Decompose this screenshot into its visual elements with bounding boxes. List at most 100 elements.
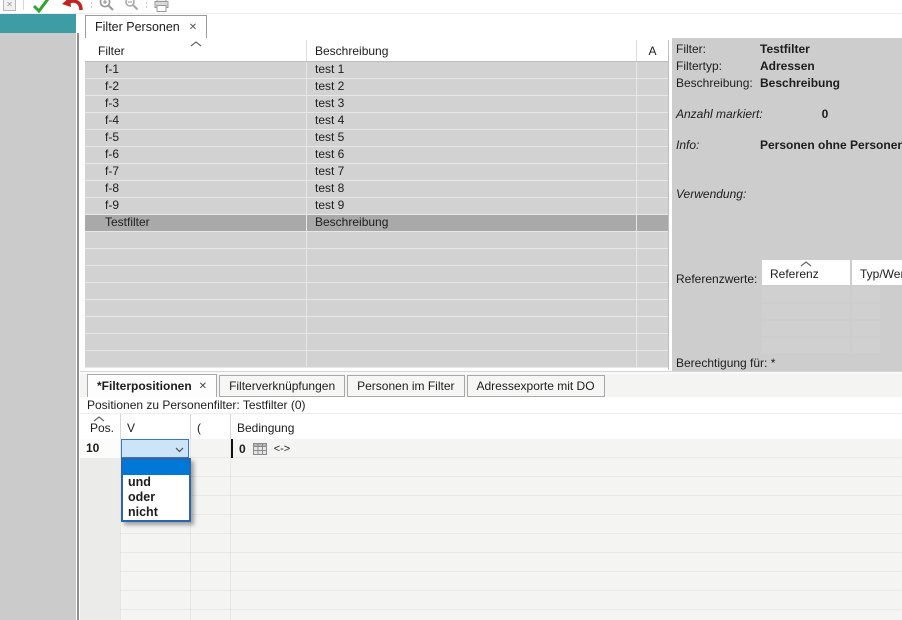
pos-column-strip: [80, 439, 120, 620]
table-row[interactable]: [85, 351, 668, 368]
table-row[interactable]: [85, 300, 668, 317]
dropdown-item[interactable]: oder: [123, 490, 189, 505]
field-label-verwendung: Verwendung:: [676, 187, 746, 201]
sidebar-splitter[interactable]: [77, 33, 79, 620]
column-header-referenz[interactable]: Referenz: [762, 260, 850, 285]
zoom-in-icon[interactable]: [98, 0, 116, 13]
berechtigung-label: Berechtigung für: *: [676, 356, 775, 370]
filter-table-header: Filter Beschreibung A: [85, 40, 668, 62]
column-header-typ-wert[interactable]: Typ/Wert: [852, 260, 902, 285]
field-value-info: Personen ohne Personen: [760, 138, 902, 152]
table-row[interactable]: f-5test 5: [85, 130, 668, 147]
table-row[interactable]: f-9test 9: [85, 198, 668, 215]
table-row[interactable]: f-6test 6: [85, 147, 668, 164]
field-label-filter: Filter:: [676, 42, 706, 56]
close-icon[interactable]: ✕: [199, 381, 207, 392]
table-row[interactable]: [85, 317, 668, 334]
position-row[interactable]: 10 0 <->: [80, 439, 902, 458]
range-link-label: <->: [274, 443, 291, 455]
dropdown-item[interactable]: und: [123, 475, 189, 490]
print-icon[interactable]: [153, 0, 170, 13]
referenzwerte-label: Referenzwerte:: [676, 272, 757, 286]
toolbar-separator: [146, 0, 147, 10]
filter-table-body: f-1test 1f-2test 2f-3test 3f-4test 4f-5t…: [85, 62, 668, 368]
chevron-down-icon: [175, 447, 184, 453]
field-label-beschreibung: Beschreibung:: [676, 76, 753, 90]
tab-adressexporte-mit-do[interactable]: Adressexporte mit DO: [467, 375, 605, 397]
referenz-row: [762, 304, 902, 319]
table-row[interactable]: [85, 249, 668, 266]
referenz-row: [762, 338, 902, 353]
toolbar: ✕: [0, 0, 902, 14]
table-row[interactable]: f-1test 1: [85, 62, 668, 79]
sort-ascending-icon: [800, 261, 812, 267]
sidebar-accent-block: [0, 14, 76, 33]
column-divider: [120, 414, 121, 439]
table-grid-icon[interactable]: [253, 443, 267, 455]
positions-caption: Positionen zu Personenfilter: Testfilter…: [80, 397, 902, 414]
column-header-a[interactable]: A: [637, 40, 668, 61]
bottom-tab-bar: *Filterpositionen✕FilterverknüpfungenPer…: [87, 374, 607, 397]
tab-label: Filter Personen: [95, 20, 180, 34]
table-row[interactable]: [85, 266, 668, 283]
field-value-beschreibung: Beschreibung: [760, 76, 840, 90]
toolbar-separator: [23, 0, 24, 10]
column-header-v[interactable]: V: [127, 421, 135, 435]
field-value-filtertyp: Adressen: [760, 59, 815, 73]
dropdown-item[interactable]: nicht: [123, 505, 189, 520]
zoom-out-icon[interactable]: [124, 0, 140, 12]
column-header-paren[interactable]: (: [197, 421, 201, 435]
referenz-table: Referenz Typ/Wert: [762, 260, 902, 353]
column-divider: [190, 414, 191, 439]
referenz-table-body: [762, 287, 902, 353]
left-sidebar: [0, 14, 80, 620]
column-header-filter[interactable]: Filter: [85, 40, 307, 61]
cell-bedingung[interactable]: 0 <->: [231, 439, 290, 458]
column-header-beschreibung[interactable]: Beschreibung: [307, 40, 637, 61]
cell-pos: 10: [80, 439, 120, 458]
table-row[interactable]: [85, 283, 668, 300]
sort-ascending-icon: [190, 41, 202, 47]
tab-personen-im-filter[interactable]: Personen im Filter: [347, 375, 464, 397]
table-row[interactable]: f-3test 3: [85, 96, 668, 113]
undo-arrow-icon[interactable]: [59, 0, 85, 13]
tab-filterpositionen[interactable]: *Filterpositionen✕: [87, 374, 217, 397]
table-row[interactable]: f-7test 7: [85, 164, 668, 181]
details-panel: Filter: Testfilter Filtertyp: Adressen B…: [672, 38, 902, 372]
referenz-row: [762, 287, 902, 302]
dropdown-list: undodernicht: [121, 458, 191, 522]
bedingung-value: 0: [239, 442, 246, 456]
table-row[interactable]: [85, 334, 668, 351]
referenz-table-header: Referenz Typ/Wert: [762, 260, 902, 285]
field-label-anzahl-markiert: Anzahl markiert:: [676, 107, 763, 121]
dropdown-item[interactable]: [123, 460, 189, 475]
document-tab-strip: Filter Personen ✕: [80, 14, 902, 38]
table-row[interactable]: TestfilterBeschreibung: [85, 215, 668, 232]
confirm-check-icon[interactable]: [31, 0, 51, 13]
tab-filterverkn-pfungen[interactable]: Filterverknüpfungen: [219, 375, 345, 397]
table-row[interactable]: [85, 232, 668, 249]
field-value-anzahl-markiert: 0: [760, 107, 890, 121]
sidebar-body: [0, 33, 76, 620]
column-header-bedingung[interactable]: Bedingung: [237, 421, 294, 435]
close-icon[interactable]: ✕: [189, 22, 197, 33]
table-row[interactable]: f-8test 8: [85, 181, 668, 198]
window-close-icon[interactable]: ✕: [3, 0, 16, 11]
field-label-info: Info:: [676, 138, 699, 152]
application-window: ✕ Filter Personen ✕: [0, 0, 902, 620]
table-row[interactable]: f-2test 2: [85, 79, 668, 96]
referenz-row: [762, 321, 902, 336]
verknuepfung-combobox[interactable]: [121, 439, 189, 458]
table-row[interactable]: f-4test 4: [85, 113, 668, 130]
filter-table: Filter Beschreibung A f-1test 1f-2test 2…: [85, 40, 669, 370]
column-divider: [230, 414, 231, 439]
tab-filter-personen[interactable]: Filter Personen ✕: [85, 15, 207, 38]
bottom-pane: *Filterpositionen✕FilterverknüpfungenPer…: [80, 374, 902, 620]
toolbar-separator: [91, 0, 92, 10]
field-label-filtertyp: Filtertyp:: [676, 59, 722, 73]
column-divider: [230, 439, 231, 620]
column-header-pos[interactable]: Pos.: [90, 421, 114, 435]
positions-table-body: 10 0 <-> undodernicht: [80, 439, 902, 620]
positions-table-header: Pos. V ( Bedingung: [80, 414, 902, 439]
upper-pane: Filter Beschreibung A f-1test 1f-2test 2…: [80, 38, 902, 372]
